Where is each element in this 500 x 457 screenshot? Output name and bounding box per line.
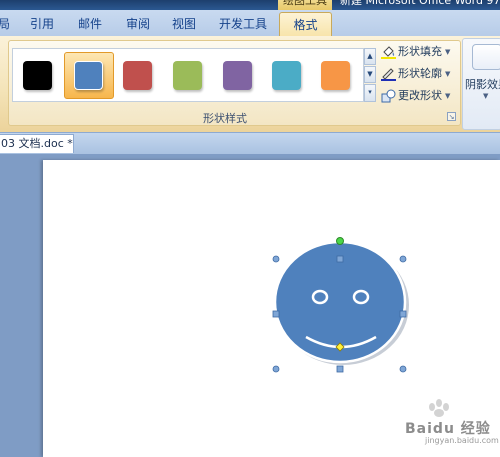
tab-developer[interactable]: 开发工具 (219, 14, 267, 34)
style-swatch-blue[interactable] (74, 61, 103, 90)
shape-fill-label: 形状填充 (398, 45, 442, 58)
chevron-down-icon: ▼ (445, 48, 451, 56)
style-swatch-green[interactable] (173, 61, 202, 90)
ribbon-tab-row: 局 引用 邮件 审阅 视图 开发工具 (0, 10, 500, 36)
resize-handle-top-right[interactable] (399, 255, 407, 263)
smiley-face-shape[interactable] (268, 232, 418, 382)
paint-bucket-icon (381, 45, 396, 59)
shape-outline-button[interactable]: 形状轮廓 ▼ (381, 64, 450, 84)
window-title: 新建 Microsoft Office Word 97 (340, 0, 500, 7)
document-tab[interactable]: 03 文档.doc * (0, 134, 74, 153)
gallery-scroll-up-button[interactable]: ▲ (364, 48, 376, 65)
resize-handle-left[interactable] (272, 310, 280, 318)
resize-handle-right[interactable] (399, 310, 407, 318)
gallery-more-button[interactable]: ▾ (364, 84, 376, 102)
shape-styles-group-label: 形状样式 (203, 112, 247, 125)
resize-handle-top-left[interactable] (272, 255, 280, 263)
chevron-down-icon: ▼ (483, 92, 489, 100)
resize-handle-bottom[interactable] (336, 365, 344, 373)
tab-references[interactable]: 引用 (30, 14, 54, 34)
pen-outline-icon (381, 67, 396, 81)
chevron-down-icon: ▼ (445, 92, 451, 100)
tab-view[interactable]: 视图 (172, 14, 196, 34)
resize-handle-top[interactable] (336, 255, 344, 263)
tab-mailings[interactable]: 邮件 (78, 14, 102, 34)
drawing-tools-context-title: 绘图工具 (278, 0, 332, 10)
gallery-scroll-down-button[interactable]: ▼ (364, 66, 376, 83)
change-shape-button[interactable]: 更改形状 ▼ (381, 86, 450, 106)
resize-handle-bottom-right[interactable] (399, 365, 407, 373)
style-swatch-orange[interactable] (321, 61, 350, 90)
style-swatch-red[interactable] (123, 61, 152, 90)
shape-fill-button[interactable]: 形状填充 ▼ (381, 42, 450, 62)
style-swatch-purple[interactable] (223, 61, 252, 90)
tab-review[interactable]: 审阅 (126, 14, 150, 34)
change-shape-label: 更改形状 (398, 89, 442, 102)
resize-handle-bottom-left[interactable] (272, 365, 280, 373)
dialog-launcher-icon[interactable]: ↘ (447, 112, 456, 121)
style-swatch-aqua[interactable] (272, 61, 301, 90)
tab-layout[interactable]: 局 (0, 14, 10, 34)
rotation-handle[interactable] (336, 237, 344, 245)
shadow-effects-button[interactable] (472, 44, 500, 70)
shape-styles-gallery (12, 48, 364, 102)
watermark-url: jingyan.baidu.com (425, 436, 499, 445)
document-tab-strip (0, 132, 500, 154)
tab-format[interactable]: 格式 (279, 12, 332, 38)
chevron-down-icon: ▼ (445, 70, 451, 78)
change-shape-icon (381, 89, 396, 103)
shape-outline-label: 形状轮廓 (398, 67, 442, 80)
shadow-effects-label: 阴影效果 (465, 78, 500, 91)
watermark-brand: Baidu 经验 (405, 421, 491, 437)
style-swatch-black[interactable] (23, 61, 52, 90)
